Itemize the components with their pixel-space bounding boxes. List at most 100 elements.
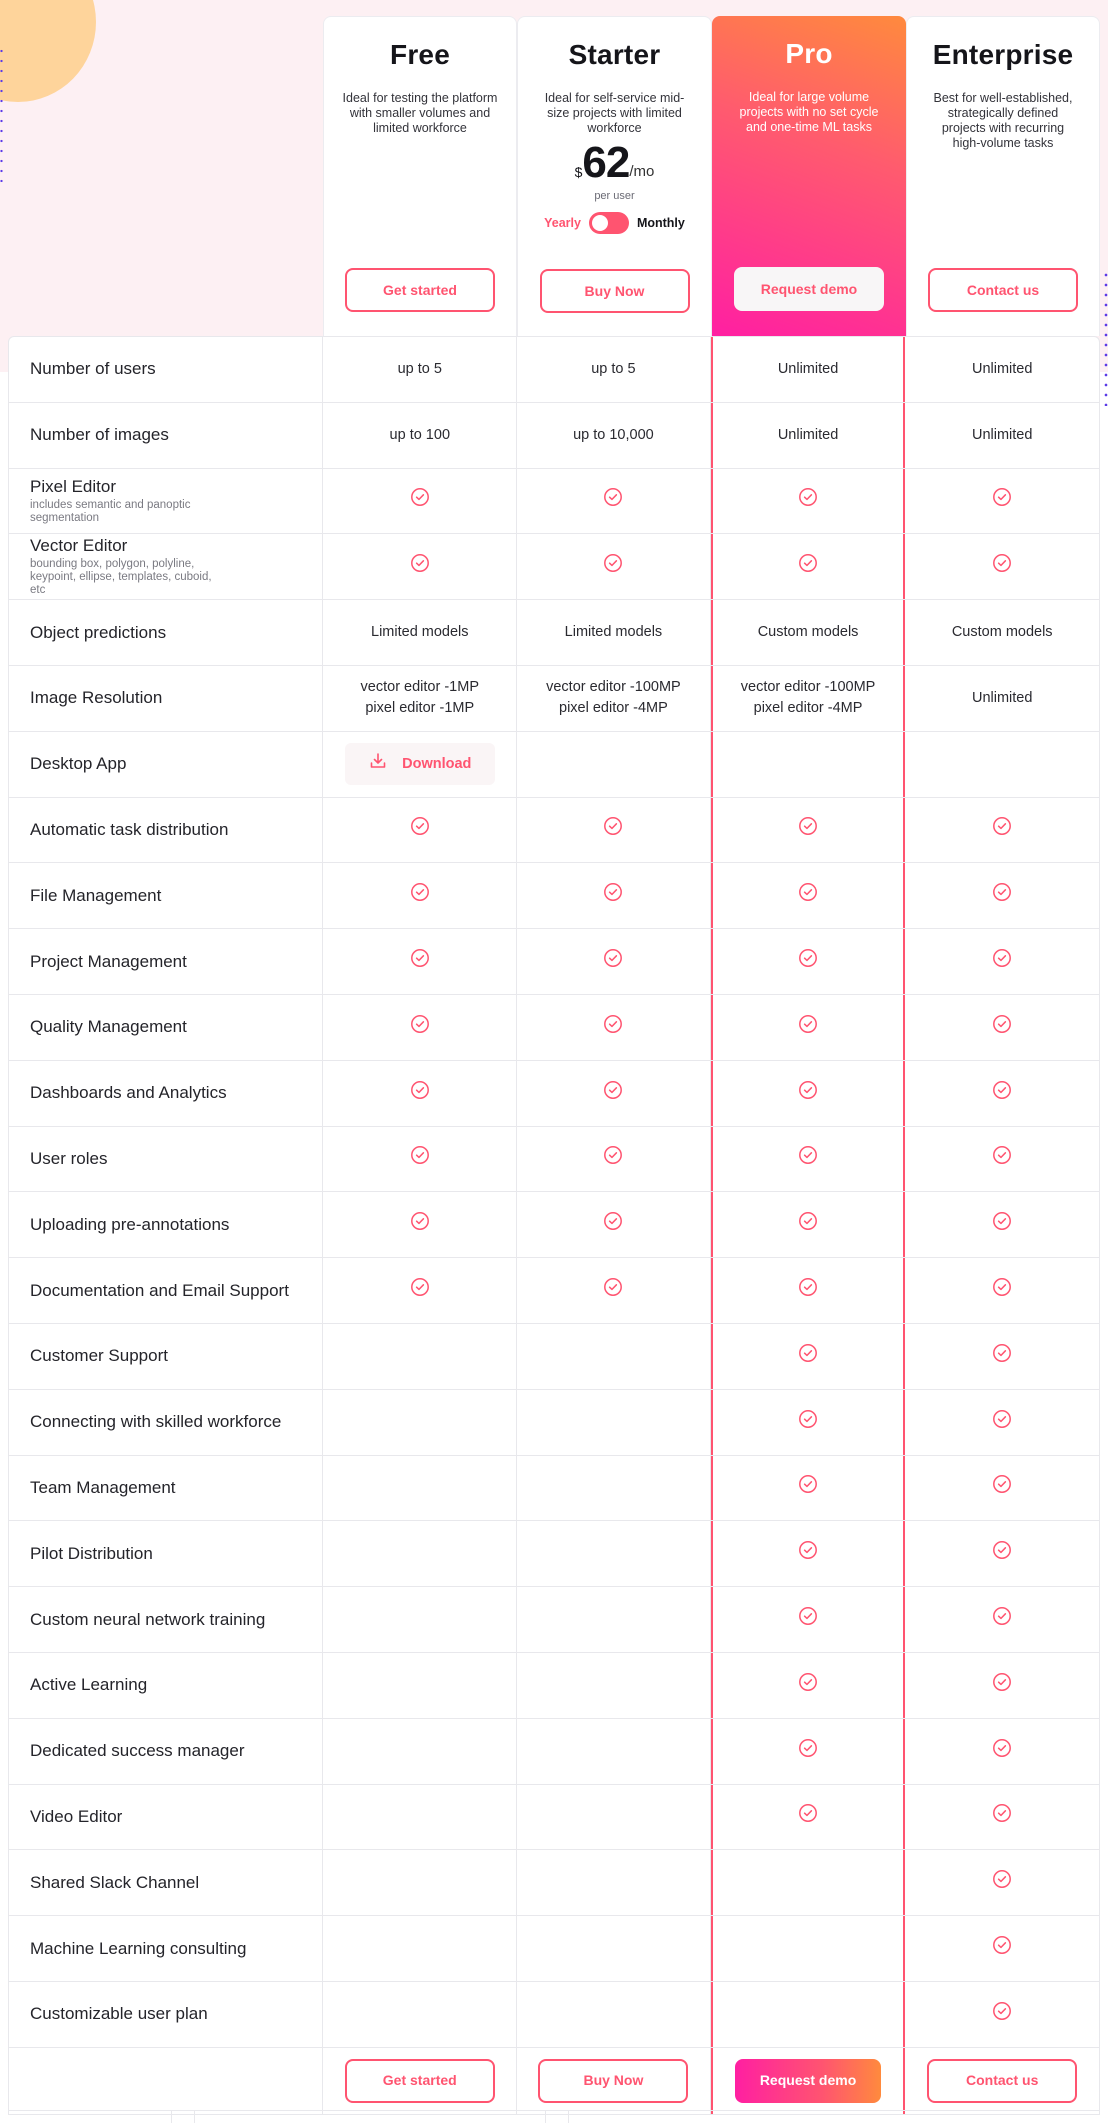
feature-cell-empty xyxy=(517,731,711,797)
feature-name: Shared Slack Channel xyxy=(30,1872,200,1892)
feature-cell-empty xyxy=(517,1784,711,1850)
plan-description: Best for well-established, strategically… xyxy=(933,91,1073,150)
check-icon xyxy=(798,1014,818,1041)
feature-name: Number of images xyxy=(30,425,169,445)
plan-name: Pro xyxy=(785,38,833,69)
billing-monthly-label[interactable]: Monthly xyxy=(637,216,685,230)
check-icon xyxy=(992,553,1012,580)
footer-cta-cell: Request demo xyxy=(710,2047,906,2114)
check-icon xyxy=(992,816,1012,843)
feature-cell-empty xyxy=(710,1916,906,1981)
divider xyxy=(568,2111,569,2123)
feature-name: Dedicated success manager xyxy=(30,1741,245,1761)
billing-toggle[interactable] xyxy=(588,212,629,234)
check-icon xyxy=(992,882,1012,909)
price: $ 62 /mo xyxy=(518,140,711,186)
feature-cell-empty xyxy=(323,1784,518,1850)
feature-cell-empty xyxy=(517,1652,711,1718)
feature-cell xyxy=(905,1653,1099,1718)
feature-row: Object predictions Limited models Limited … xyxy=(9,600,1099,666)
check-icon xyxy=(992,1803,1012,1830)
plan-header-enterprise: Enterprise Best for well-established, st… xyxy=(906,16,1100,336)
feature-name: Image Resolution xyxy=(30,688,163,708)
feature-cell-empty xyxy=(517,1587,711,1652)
feature-cell xyxy=(905,1785,1099,1850)
feature-label-cell: Documentation and Email Support xyxy=(9,1258,324,1323)
feature-label-cell: Customer Support xyxy=(9,1323,324,1389)
request-demo-button[interactable]: Request demo xyxy=(734,267,884,311)
feature-name: Desktop App xyxy=(30,754,127,774)
feature-row: Vector Editor bounding box, polygon, poly… xyxy=(9,534,1099,601)
check-icon xyxy=(798,1343,818,1370)
feature-row: Project Management xyxy=(9,929,1099,995)
feature-row: Number of images up to 100 up to 10,000 Unl… xyxy=(9,402,1099,469)
footer-strip xyxy=(8,2110,1100,2123)
feature-cell-empty xyxy=(710,1981,906,2047)
check-icon xyxy=(410,553,430,580)
billing-yearly-label[interactable]: Yearly xyxy=(544,216,581,230)
feature-value: Limited models xyxy=(323,600,518,665)
feature-cell xyxy=(905,798,1099,863)
get-started-button[interactable]: Get started xyxy=(345,268,495,312)
contact-us-button[interactable]: Contact us xyxy=(928,268,1078,312)
check-icon xyxy=(798,1540,818,1567)
feature-label-cell: File Management xyxy=(9,863,324,929)
feature-value: vector editor -100MP pixel editor -4MP xyxy=(710,665,906,731)
feature-cell xyxy=(905,1587,1099,1652)
check-icon xyxy=(798,882,818,909)
feature-cell xyxy=(905,995,1099,1060)
contact-us-button[interactable]: Contact us xyxy=(927,2058,1078,2103)
feature-cell-empty xyxy=(323,1521,518,1587)
feature-name: Team Management xyxy=(30,1477,176,1497)
feature-row: Documentation and Email Support xyxy=(9,1258,1099,1324)
buy-now-button[interactable]: Buy Now xyxy=(538,2058,689,2103)
feature-label-cell: Number of images xyxy=(9,402,324,468)
feature-value: vector editor -1MP pixel editor -1MP xyxy=(323,665,518,731)
feature-cell xyxy=(905,1916,1099,1981)
check-icon xyxy=(992,1080,1012,1107)
feature-label-cell: Project Management xyxy=(9,929,324,994)
request-demo-button[interactable]: Request demo xyxy=(735,2058,882,2103)
feature-value: up to 5 xyxy=(517,337,711,402)
plan-name: Free xyxy=(390,39,450,70)
check-icon xyxy=(992,1935,1012,1962)
feature-cell xyxy=(710,929,906,994)
feature-cell xyxy=(323,797,518,863)
check-icon xyxy=(992,1606,1012,1633)
check-icon xyxy=(410,948,430,975)
check-icon xyxy=(603,882,623,909)
feature-cell xyxy=(323,1060,518,1126)
feature-row: Dashboards and Analytics xyxy=(9,1060,1099,1127)
check-icon xyxy=(798,948,818,975)
feature-row: Connecting with skilled workforce xyxy=(9,1389,1099,1456)
feature-cell xyxy=(905,1390,1099,1455)
price-period: /mo xyxy=(629,163,655,180)
check-icon xyxy=(798,1606,818,1633)
feature-cell-empty xyxy=(323,1587,518,1652)
get-started-button[interactable]: Get started xyxy=(344,2058,495,2103)
feature-cell xyxy=(905,1324,1099,1389)
feature-name: Customer Support xyxy=(30,1346,168,1366)
feature-value: Unlimited xyxy=(710,402,906,468)
feature-label-cell: Image Resolution xyxy=(9,665,324,731)
buy-now-button[interactable]: Buy Now xyxy=(539,269,690,313)
check-icon xyxy=(603,1277,623,1304)
divider xyxy=(171,2111,172,2123)
feature-label-cell: Object predictions xyxy=(9,600,324,665)
divider xyxy=(194,2111,195,2123)
feature-cell-empty xyxy=(323,1718,518,1784)
feature-cell xyxy=(710,1258,906,1323)
feature-cell-empty xyxy=(323,1323,518,1389)
plan-header-pro: Pro Ideal for large volume projects with… xyxy=(712,16,906,336)
feature-label-cell: Pixel Editor includes semantic and panopt… xyxy=(9,468,324,534)
feature-cell-empty xyxy=(323,1455,518,1521)
download-button[interactable]: Download xyxy=(344,743,495,786)
price-amount: 62 xyxy=(582,138,630,187)
check-icon xyxy=(798,1409,818,1436)
check-icon xyxy=(798,816,818,843)
check-icon xyxy=(410,1211,430,1238)
feature-cell-empty xyxy=(323,1652,518,1718)
feature-cell xyxy=(905,863,1099,928)
download-label: Download xyxy=(402,755,472,772)
feature-label-cell: Number of users xyxy=(9,337,324,402)
